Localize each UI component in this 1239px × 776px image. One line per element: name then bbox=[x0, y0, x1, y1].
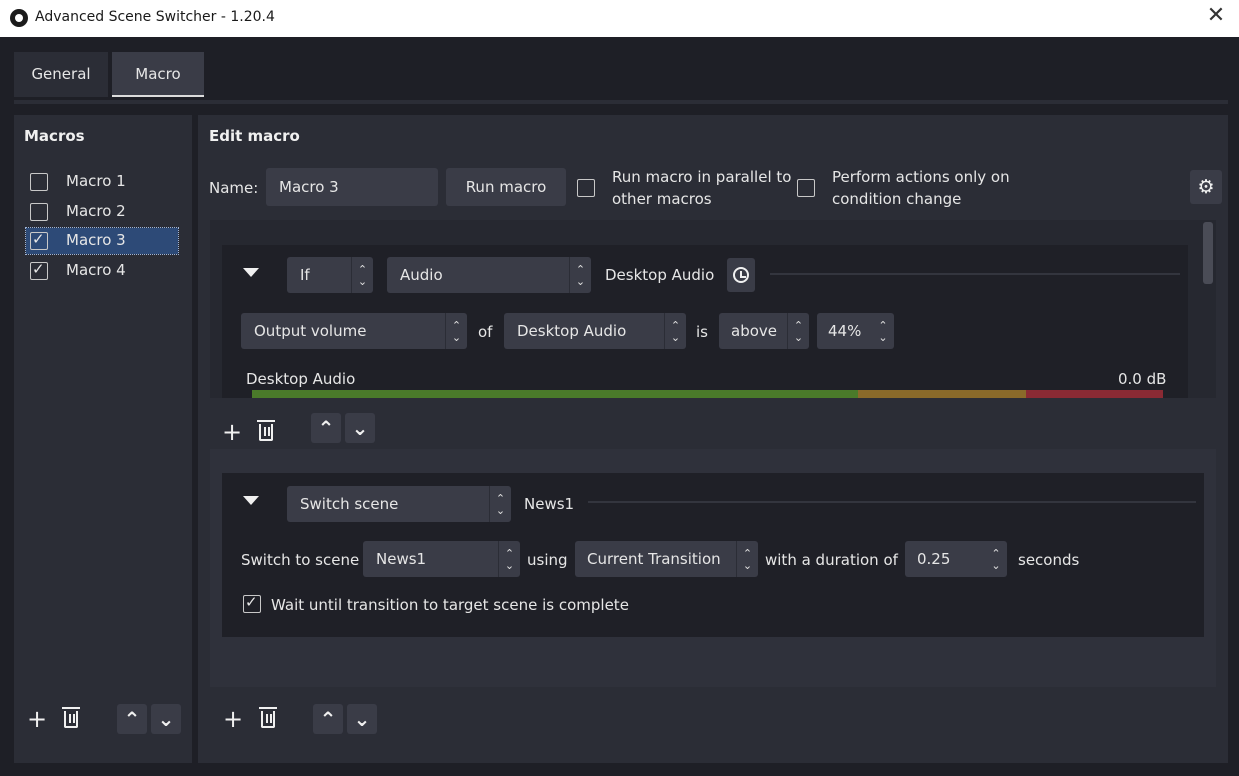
macro-list-item[interactable]: Macro 2 bbox=[26, 199, 178, 225]
add-condition-icon[interactable]: + bbox=[217, 417, 247, 447]
macro-enabled-checkbox[interactable] bbox=[30, 260, 48, 280]
condition-summary: Desktop Audio bbox=[605, 266, 715, 284]
move-action-up-icon[interactable]: ⌃ bbox=[313, 704, 343, 734]
close-icon[interactable]: ✕ bbox=[1201, 3, 1231, 28]
macro-enabled-checkbox[interactable] bbox=[30, 203, 48, 221]
macros-title: Macros bbox=[24, 127, 85, 145]
perform-on-change-label-line2: condition change bbox=[832, 190, 962, 208]
window-titlebar: Advanced Scene Switcher - 1.20.4 ✕ bbox=[0, 0, 1239, 37]
window-title: Advanced Scene Switcher - 1.20.4 bbox=[35, 9, 275, 25]
meter-label: Desktop Audio bbox=[246, 370, 356, 388]
add-action-icon[interactable]: + bbox=[218, 704, 248, 734]
move-macro-up-icon[interactable]: ⌃ bbox=[117, 704, 147, 734]
action-summary: News1 bbox=[524, 495, 575, 513]
move-condition-down-icon[interactable]: ⌄ bbox=[345, 413, 375, 443]
run-macro-button[interactable]: Run macro bbox=[446, 168, 566, 206]
transition-select[interactable]: Current Transition ⌃ ⌄ bbox=[575, 541, 758, 577]
condition-type-select[interactable]: Audio ⌃ ⌄ bbox=[387, 257, 591, 293]
scene-select[interactable]: News1 ⌃ ⌄ bbox=[363, 541, 520, 577]
macro-list-item-selected[interactable]: Macro 3 bbox=[25, 227, 179, 255]
logic-select[interactable]: If ⌃ ⌄ bbox=[287, 257, 373, 293]
using-label: using bbox=[527, 551, 568, 569]
gear-icon[interactable]: ⚙ bbox=[1190, 170, 1222, 204]
seconds-label: seconds bbox=[1018, 551, 1080, 569]
wait-transition-checkbox[interactable] bbox=[243, 593, 261, 613]
comparison-select[interactable]: above ⌃ ⌄ bbox=[719, 313, 809, 349]
volume-meter bbox=[252, 390, 1163, 398]
move-condition-up-icon[interactable]: ⌃ bbox=[311, 413, 341, 443]
macro-name-input[interactable]: Macro 3 bbox=[266, 168, 438, 206]
run-parallel-checkbox[interactable] bbox=[577, 179, 595, 197]
duration-label: with a duration of bbox=[765, 551, 898, 569]
tab-bar-divider bbox=[14, 100, 1228, 104]
meter-db: 0.0 dB bbox=[1118, 370, 1167, 388]
collapse-action-icon[interactable] bbox=[243, 496, 259, 505]
run-parallel-label-line2: other macros bbox=[612, 190, 712, 208]
macro-label: Macro 2 bbox=[66, 202, 126, 220]
move-action-down-icon[interactable]: ⌄ bbox=[347, 704, 377, 734]
wait-transition-label: Wait until transition to target scene is… bbox=[271, 596, 629, 614]
edit-macro-title: Edit macro bbox=[209, 127, 300, 145]
collapse-condition-icon[interactable] bbox=[243, 268, 259, 277]
perform-on-change-checkbox[interactable] bbox=[797, 179, 815, 197]
of-label: of bbox=[478, 323, 493, 341]
obs-logo-icon bbox=[10, 9, 28, 27]
action-header-divider bbox=[588, 501, 1196, 503]
macro-label: Macro 3 bbox=[66, 231, 126, 249]
volume-spinbox[interactable]: 44% ⌃ ⌄ bbox=[817, 313, 894, 349]
conditions-area bbox=[210, 220, 1200, 398]
condition-header-divider bbox=[770, 273, 1180, 275]
macro-list-item[interactable]: Macro 4 bbox=[26, 258, 178, 284]
duration-clock-icon[interactable] bbox=[727, 258, 755, 292]
tab-macro[interactable]: Macro bbox=[112, 52, 204, 97]
run-parallel-label-line1: Run macro in parallel to bbox=[612, 168, 792, 186]
macro-enabled-checkbox[interactable] bbox=[30, 173, 48, 191]
add-macro-icon[interactable]: + bbox=[22, 704, 52, 734]
perform-on-change-label-line1: Perform actions only on bbox=[832, 168, 1010, 186]
audio-check-select[interactable]: Output volume ⌃ ⌄ bbox=[241, 313, 467, 349]
macro-label: Macro 1 bbox=[66, 172, 126, 190]
macro-list-item[interactable]: Macro 1 bbox=[26, 169, 178, 195]
tab-general[interactable]: General bbox=[14, 52, 108, 97]
duration-spinbox[interactable]: 0.25 ⌃ ⌄ bbox=[905, 541, 1007, 577]
name-label: Name: bbox=[209, 179, 259, 197]
macro-enabled-checkbox[interactable] bbox=[30, 230, 48, 250]
is-label: is bbox=[696, 323, 708, 341]
audio-source-select[interactable]: Desktop Audio ⌃ ⌄ bbox=[504, 313, 686, 349]
move-macro-down-icon[interactable]: ⌄ bbox=[151, 704, 181, 734]
switch-to-scene-label: Switch to scene bbox=[241, 551, 360, 569]
action-type-select[interactable]: Switch scene ⌃ ⌄ bbox=[287, 486, 511, 522]
macro-label: Macro 4 bbox=[66, 261, 126, 279]
conditions-scrollbar[interactable] bbox=[1200, 220, 1216, 398]
